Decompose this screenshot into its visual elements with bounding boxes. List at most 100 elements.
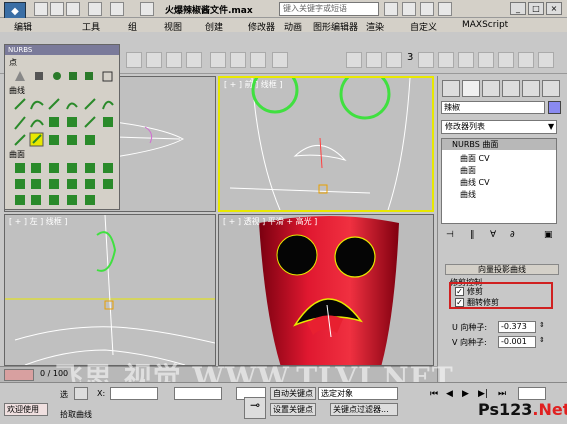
region-select-icon[interactable] <box>166 52 182 68</box>
point-tools-icons[interactable] <box>13 69 117 83</box>
modifier-list-dropdown[interactable]: 修改器列表 <box>441 120 557 134</box>
auto-key-button[interactable]: 自动关键点 <box>270 387 316 400</box>
modify-tab-icon[interactable] <box>462 80 480 97</box>
key-filters-button[interactable]: 关键点过滤器... <box>330 403 398 416</box>
snap-level[interactable]: 3 <box>407 52 413 63</box>
curve-tools-icons[interactable] <box>13 97 117 147</box>
select-by-name-icon[interactable] <box>146 52 162 68</box>
status-prompt: 拾取曲线 <box>60 410 92 419</box>
motion-tab-icon[interactable] <box>502 80 520 97</box>
flip-trim-checkbox[interactable]: ✓ <box>455 298 464 307</box>
display-tab-icon[interactable] <box>522 80 540 97</box>
redo-icon[interactable] <box>110 2 124 16</box>
maximize-button[interactable]: □ <box>528 2 544 15</box>
configure-sets-icon[interactable]: ▣ <box>544 230 553 240</box>
save-file-icon[interactable] <box>66 2 80 16</box>
selected-object-dropdown[interactable]: 选定对象 <box>318 387 398 400</box>
object-color-swatch[interactable] <box>548 101 561 114</box>
play-icon[interactable]: ▶ <box>462 389 469 399</box>
nurbs-toolbox-title: NURBS <box>5 45 119 55</box>
stack-item-nurbs-surface[interactable]: NURBS 曲面 <box>442 139 556 150</box>
show-end-result-icon[interactable]: ‖ <box>470 230 475 240</box>
chevron-down-icon[interactable]: ▼ <box>548 122 554 131</box>
set-key-button[interactable]: 设置关键点 <box>270 403 316 416</box>
snap-toggle-icon[interactable] <box>418 52 434 68</box>
project-icon[interactable] <box>140 2 154 16</box>
go-to-start-icon[interactable]: ⏮ <box>430 389 438 399</box>
select-icon[interactable] <box>126 52 142 68</box>
flip-trim-checkbox-label: 翻转修剪 <box>467 298 499 307</box>
nurbs-toolbox[interactable]: NURBS 点 曲线 曲面 <box>4 44 120 210</box>
chili-render <box>259 216 399 365</box>
rollout-vector-projection[interactable]: 向量投影曲线 <box>445 264 559 275</box>
menu-maxscript[interactable]: MAXScript <box>462 20 508 30</box>
brand-suffix: .Net <box>532 400 567 419</box>
open-file-icon[interactable] <box>50 2 64 16</box>
new-file-icon[interactable] <box>34 2 48 16</box>
trim-checkbox-label: 修剪 <box>467 287 483 296</box>
section-surfaces-label: 曲面 <box>9 150 25 159</box>
communication-icon[interactable] <box>402 2 416 16</box>
prev-frame-icon[interactable]: ◀ <box>446 389 453 399</box>
hierarchy-tab-icon[interactable] <box>482 80 500 97</box>
keyboard-shortcut-icon[interactable] <box>386 52 402 68</box>
percent-snap-icon[interactable] <box>458 52 474 68</box>
rotate-icon[interactable] <box>230 52 246 68</box>
undo-icon[interactable] <box>88 2 102 16</box>
x-coord-input[interactable] <box>110 387 158 400</box>
front-view-wireframe <box>229 78 411 210</box>
pivot-center-icon[interactable] <box>346 52 362 68</box>
trim-options-highlight <box>449 282 553 309</box>
mirror-icon[interactable] <box>498 52 514 68</box>
title-bar: ◆ 火爆辣椒酱文件.max 键入关键字或短语 _ □ × <box>0 0 567 20</box>
search-input[interactable]: 键入关键字或短语 <box>279 2 379 16</box>
trim-checkbox[interactable]: ✓ <box>455 287 464 296</box>
move-icon[interactable] <box>210 52 226 68</box>
search-icon[interactable] <box>384 2 398 16</box>
select-and-link-icon[interactable] <box>366 52 382 68</box>
y-coord-input[interactable] <box>174 387 222 400</box>
close-button[interactable]: × <box>546 2 562 15</box>
menu-bar: 编辑 工具 组 视图 创建 修改器 动画 图形编辑器 渲染 自定义 MAXScr… <box>0 18 567 49</box>
v-seed-input[interactable]: -0.001 <box>498 336 536 348</box>
stack-item-surface[interactable]: 曲面 <box>460 165 476 176</box>
favorites-icon[interactable] <box>420 2 434 16</box>
stack-item-curve[interactable]: 曲线 <box>460 189 476 200</box>
x-coord-label: X: <box>97 389 106 398</box>
lock-icon[interactable] <box>74 387 88 400</box>
make-unique-icon[interactable]: ∀ <box>490 230 496 240</box>
surface-tools-icons[interactable] <box>13 161 117 207</box>
u-seed-spinner-icon[interactable]: ⇕ <box>539 321 545 329</box>
v-seed-spinner-icon[interactable]: ⇕ <box>539 336 545 344</box>
stack-item-curve-cv[interactable]: 曲线 CV <box>460 177 490 188</box>
remove-modifier-icon[interactable]: ∂ <box>510 230 515 240</box>
create-tab-icon[interactable] <box>442 80 460 97</box>
go-to-end-icon[interactable]: ⏭ <box>498 389 506 399</box>
viewport-left[interactable]: [ + ] 左 ] 线框 ] <box>4 214 216 366</box>
viewport-perspective[interactable]: [ + ] 透视 ] 平滑 + 高光 ] <box>218 214 434 366</box>
current-frame-input[interactable] <box>518 387 546 400</box>
window-crossing-icon[interactable] <box>186 52 202 68</box>
object-name-field[interactable]: 辣椒 <box>441 101 545 114</box>
u-seed-input[interactable]: -0.373 <box>498 321 536 333</box>
stack-item-surface-cv[interactable]: 曲面 CV <box>460 153 490 164</box>
scale-icon[interactable] <box>250 52 266 68</box>
help-icon[interactable] <box>438 2 452 16</box>
brand-text: Ps123 <box>478 400 533 419</box>
key-icon[interactable]: ⊸ <box>244 397 266 419</box>
angle-snap-icon[interactable] <box>438 52 454 68</box>
viewport-front[interactable]: [ + ] 前 ] 线框 ] <box>218 76 434 212</box>
layer-manager-icon[interactable] <box>538 52 554 68</box>
minimize-button[interactable]: _ <box>510 2 526 15</box>
viewport-label: [ + ] 前 ] 线框 ] <box>224 80 283 89</box>
align-icon[interactable] <box>518 52 534 68</box>
spinner-snap-icon[interactable] <box>478 52 494 68</box>
select-manipulate-icon[interactable] <box>272 52 288 68</box>
next-frame-icon[interactable]: ▶| <box>478 389 488 399</box>
welcome-field[interactable]: 欢迎使用 <box>4 403 48 416</box>
utilities-tab-icon[interactable] <box>542 80 560 97</box>
modifier-stack[interactable]: NURBS 曲面 曲面 CV 曲面 曲线 CV 曲线 <box>441 138 557 224</box>
brand-logo: Ps123.Net <box>478 400 567 419</box>
pin-stack-icon[interactable]: ⊣ <box>446 230 454 240</box>
maxscript-listener-icon[interactable] <box>4 369 34 381</box>
